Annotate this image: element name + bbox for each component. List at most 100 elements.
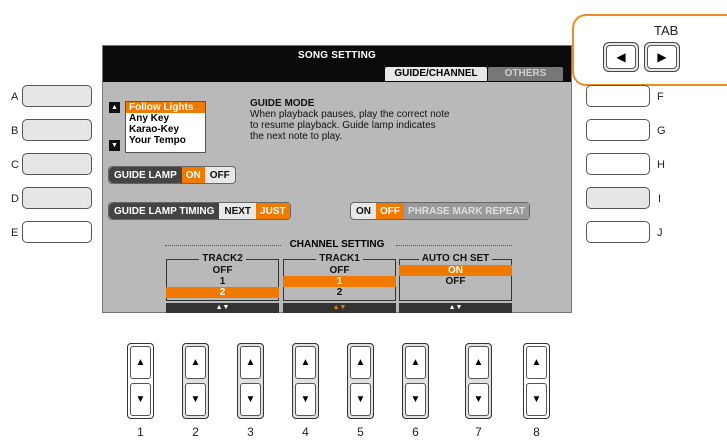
down-icon[interactable]: ▼ <box>185 383 206 416</box>
side-button-i[interactable] <box>586 187 650 209</box>
phrase-mark-repeat-control[interactable]: ON OFF PHRASE MARK REPEAT <box>350 202 531 220</box>
list-down-icon[interactable]: ▼ <box>109 140 120 151</box>
guide-lamp-control[interactable]: GUIDE LAMP ON OFF <box>108 166 236 184</box>
bottom-button-7[interactable]: ▲ ▼ <box>465 343 492 419</box>
button-number: 1 <box>137 425 144 439</box>
up-icon[interactable]: ▲ <box>240 346 261 379</box>
side-button-e[interactable] <box>22 221 92 243</box>
column-header: TRACK2 <box>166 253 279 264</box>
track1-option[interactable]: OFF <box>283 265 396 276</box>
button-label-e: E <box>11 227 19 239</box>
guide-mode-description: GUIDE MODE When playback pauses, play th… <box>250 98 450 142</box>
side-button-a[interactable] <box>22 85 92 107</box>
up-icon[interactable]: ▲ <box>526 346 547 379</box>
description-line: the next note to play. <box>250 131 343 142</box>
tab-right-button[interactable]: ▶ <box>644 42 680 72</box>
down-icon[interactable]: ▼ <box>130 383 151 416</box>
button-number: 5 <box>357 425 364 439</box>
side-button-d[interactable] <box>22 187 92 209</box>
bottom-button-8[interactable]: ▲ ▼ <box>523 343 550 419</box>
button-label-i: I <box>658 193 662 205</box>
track2-option[interactable]: 2 <box>166 287 279 298</box>
down-icon[interactable]: ▼ <box>240 383 261 416</box>
button-label-h: H <box>657 159 665 171</box>
guide-mode-option[interactable]: Karao-Key <box>126 124 205 135</box>
column-header: TRACK1 <box>283 253 396 264</box>
auto-ch-updown-icon[interactable]: ▲▼ <box>399 303 512 313</box>
bottom-button-6[interactable]: ▲ ▼ <box>402 343 429 419</box>
list-up-icon[interactable]: ▲ <box>109 102 120 113</box>
timing-next[interactable]: NEXT <box>219 206 256 217</box>
button-number: 8 <box>533 425 540 439</box>
bottom-button-1[interactable]: ▲ ▼ <box>127 343 154 419</box>
auto-ch-set-column[interactable]: AUTO CH SET ON OFF ▲▼ <box>399 253 512 313</box>
left-arrow-icon: ◀ <box>606 45 636 69</box>
button-label-b: B <box>11 125 19 137</box>
guide-mode-list[interactable]: Follow Lights Any Key Karao-Key Your Tem… <box>125 101 206 153</box>
track2-option[interactable]: 1 <box>166 276 279 287</box>
button-number: 6 <box>412 425 419 439</box>
side-button-h[interactable] <box>586 153 650 175</box>
bottom-button-2[interactable]: ▲ ▼ <box>182 343 209 419</box>
side-button-j[interactable] <box>586 221 650 243</box>
side-button-g[interactable] <box>586 119 650 141</box>
track2-column[interactable]: TRACK2 OFF 1 2 ▲▼ <box>166 253 279 313</box>
side-button-b[interactable] <box>22 119 92 141</box>
phrase-repeat-on[interactable]: ON <box>351 206 376 217</box>
up-icon[interactable]: ▲ <box>130 346 151 379</box>
tab-others[interactable]: OTHERS <box>488 67 563 81</box>
button-number: 4 <box>302 425 309 439</box>
down-icon[interactable]: ▼ <box>350 383 371 416</box>
song-setting-screen: SONG SETTING GUIDE/CHANNEL OTHERS ▲ ▼ Fo… <box>102 45 572 313</box>
side-button-c[interactable] <box>22 153 92 175</box>
track2-updown-icon[interactable]: ▲▼ <box>166 303 279 313</box>
auto-ch-option[interactable]: OFF <box>399 276 512 287</box>
bottom-button-5[interactable]: ▲ ▼ <box>347 343 374 419</box>
button-label-j: J <box>657 227 663 239</box>
guide-mode-option[interactable]: Any Key <box>126 113 205 124</box>
phrase-mark-repeat-label: PHRASE MARK REPEAT <box>404 203 530 219</box>
up-icon[interactable]: ▲ <box>405 346 426 379</box>
column-header: AUTO CH SET <box>399 253 512 264</box>
description-line: When playback pauses, play the correct n… <box>250 109 450 120</box>
down-icon[interactable]: ▼ <box>405 383 426 416</box>
button-label-c: C <box>11 159 19 171</box>
screen-title: SONG SETTING <box>298 50 376 61</box>
description-line: to resume playback. Guide lamp indicates <box>250 120 436 131</box>
channel-setting-title: CHANNEL SETTING <box>289 239 385 250</box>
auto-ch-option[interactable]: ON <box>399 265 512 276</box>
button-label-a: A <box>11 91 19 103</box>
tab-title: TAB <box>654 23 679 38</box>
button-label-f: F <box>657 91 664 103</box>
side-button-f[interactable] <box>586 85 650 107</box>
down-icon[interactable]: ▼ <box>295 383 316 416</box>
title-bar: SONG SETTING GUIDE/CHANNEL OTHERS <box>103 46 571 82</box>
track1-updown-icon[interactable]: ▲▼ <box>283 303 396 313</box>
down-icon[interactable]: ▼ <box>468 383 489 416</box>
right-arrow-icon: ▶ <box>647 45 677 69</box>
track1-option[interactable]: 2 <box>283 287 396 298</box>
track1-option[interactable]: 1 <box>283 276 396 287</box>
bottom-button-4[interactable]: ▲ ▼ <box>292 343 319 419</box>
timing-just[interactable]: JUST <box>256 203 290 219</box>
phrase-repeat-off[interactable]: OFF <box>376 203 404 219</box>
guide-mode-option[interactable]: Your Tempo <box>126 135 205 146</box>
button-number: 3 <box>247 425 254 439</box>
guide-lamp-off[interactable]: OFF <box>205 170 235 181</box>
up-icon[interactable]: ▲ <box>295 346 316 379</box>
tab-guide-channel[interactable]: GUIDE/CHANNEL <box>385 67 487 81</box>
button-label-d: D <box>11 193 19 205</box>
up-icon[interactable]: ▲ <box>185 346 206 379</box>
up-icon[interactable]: ▲ <box>468 346 489 379</box>
guide-lamp-timing-control[interactable]: GUIDE LAMP TIMING NEXT JUST <box>108 202 291 220</box>
guide-lamp-label: GUIDE LAMP <box>109 167 182 183</box>
bottom-button-3[interactable]: ▲ ▼ <box>237 343 264 419</box>
up-icon[interactable]: ▲ <box>350 346 371 379</box>
guide-mode-heading: GUIDE MODE <box>250 98 315 109</box>
down-icon[interactable]: ▼ <box>526 383 547 416</box>
track2-option[interactable]: OFF <box>166 265 279 276</box>
track1-column[interactable]: TRACK1 OFF 1 2 ▲▼ <box>283 253 396 313</box>
guide-lamp-on[interactable]: ON <box>181 167 205 183</box>
tab-left-button[interactable]: ◀ <box>603 42 639 72</box>
guide-mode-option[interactable]: Follow Lights <box>126 102 205 113</box>
